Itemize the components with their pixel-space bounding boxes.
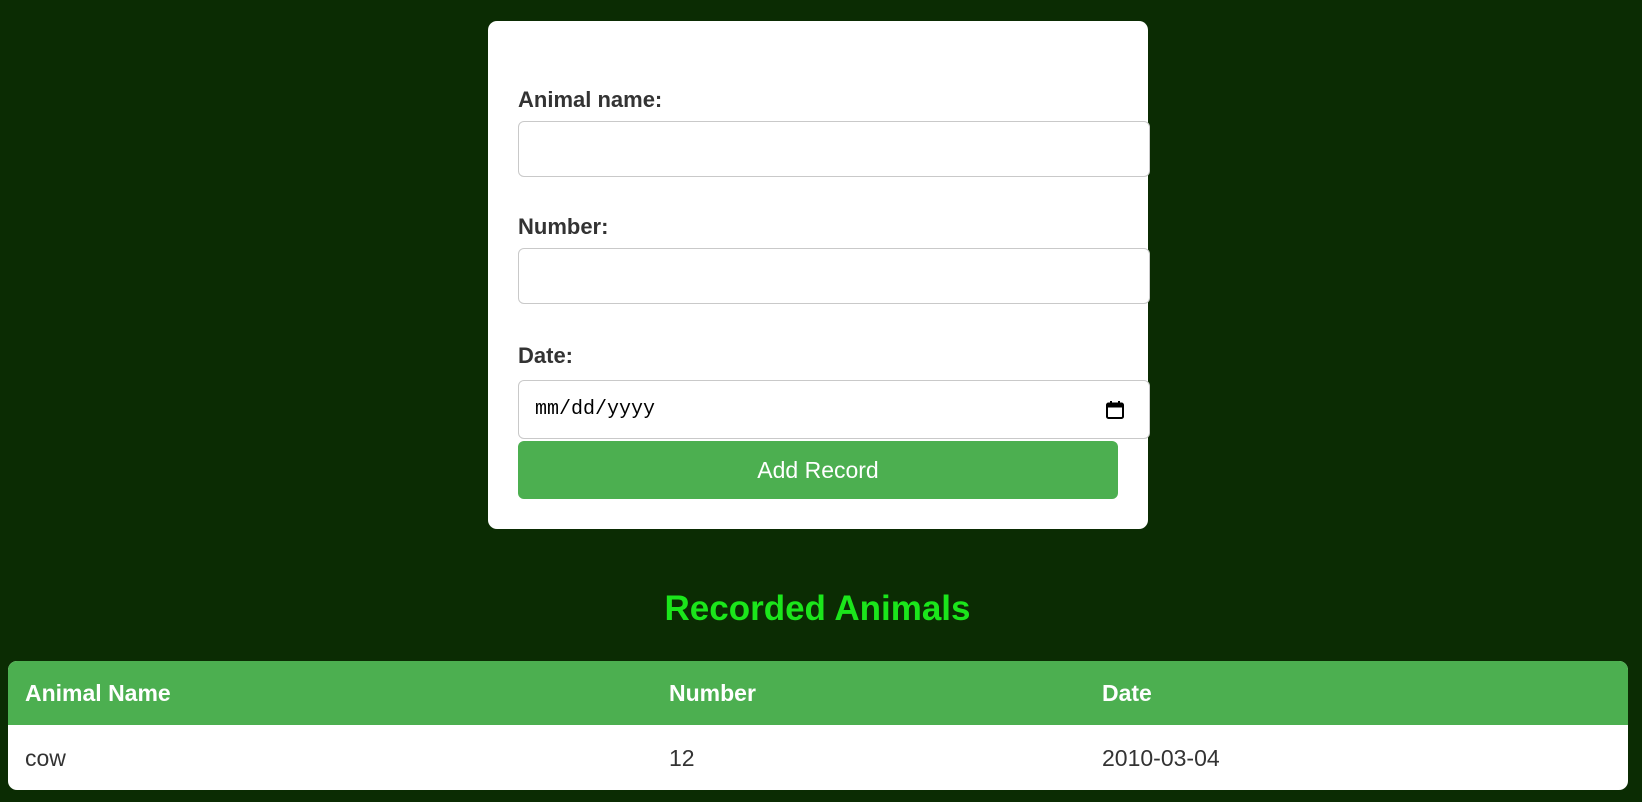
number-input[interactable]: [518, 248, 1150, 304]
page-bottom-edge: [0, 802, 1642, 806]
animal-name-label: Animal name:: [518, 87, 663, 112]
column-header-date: Date: [1102, 680, 1152, 706]
calendar-icon[interactable]: [1105, 400, 1125, 420]
date-input[interactable]: mm/dd/yyyy: [518, 380, 1150, 439]
add-record-button[interactable]: Add Record: [518, 441, 1118, 499]
number-label: Number:: [518, 214, 609, 239]
records-table: Animal Name Number Date cow 12 2010-03-0…: [8, 661, 1628, 790]
cell-animal-name: cow: [25, 745, 66, 771]
cell-number: 12: [669, 745, 695, 771]
add-record-form: Animal name: Number: Date: mm/dd/yyyy Ad…: [488, 21, 1150, 529]
section-title: Recorded Animals: [664, 589, 971, 628]
column-header-number: Number: [669, 680, 756, 706]
cell-date: 2010-03-04: [1102, 745, 1220, 771]
date-label: Date:: [518, 343, 574, 368]
animal-name-input[interactable]: [518, 121, 1150, 177]
table-header: Animal Name Number Date: [8, 661, 1628, 725]
date-placeholder: mm/dd/yyyy: [535, 398, 656, 421]
column-header-animal-name: Animal Name: [25, 680, 171, 706]
